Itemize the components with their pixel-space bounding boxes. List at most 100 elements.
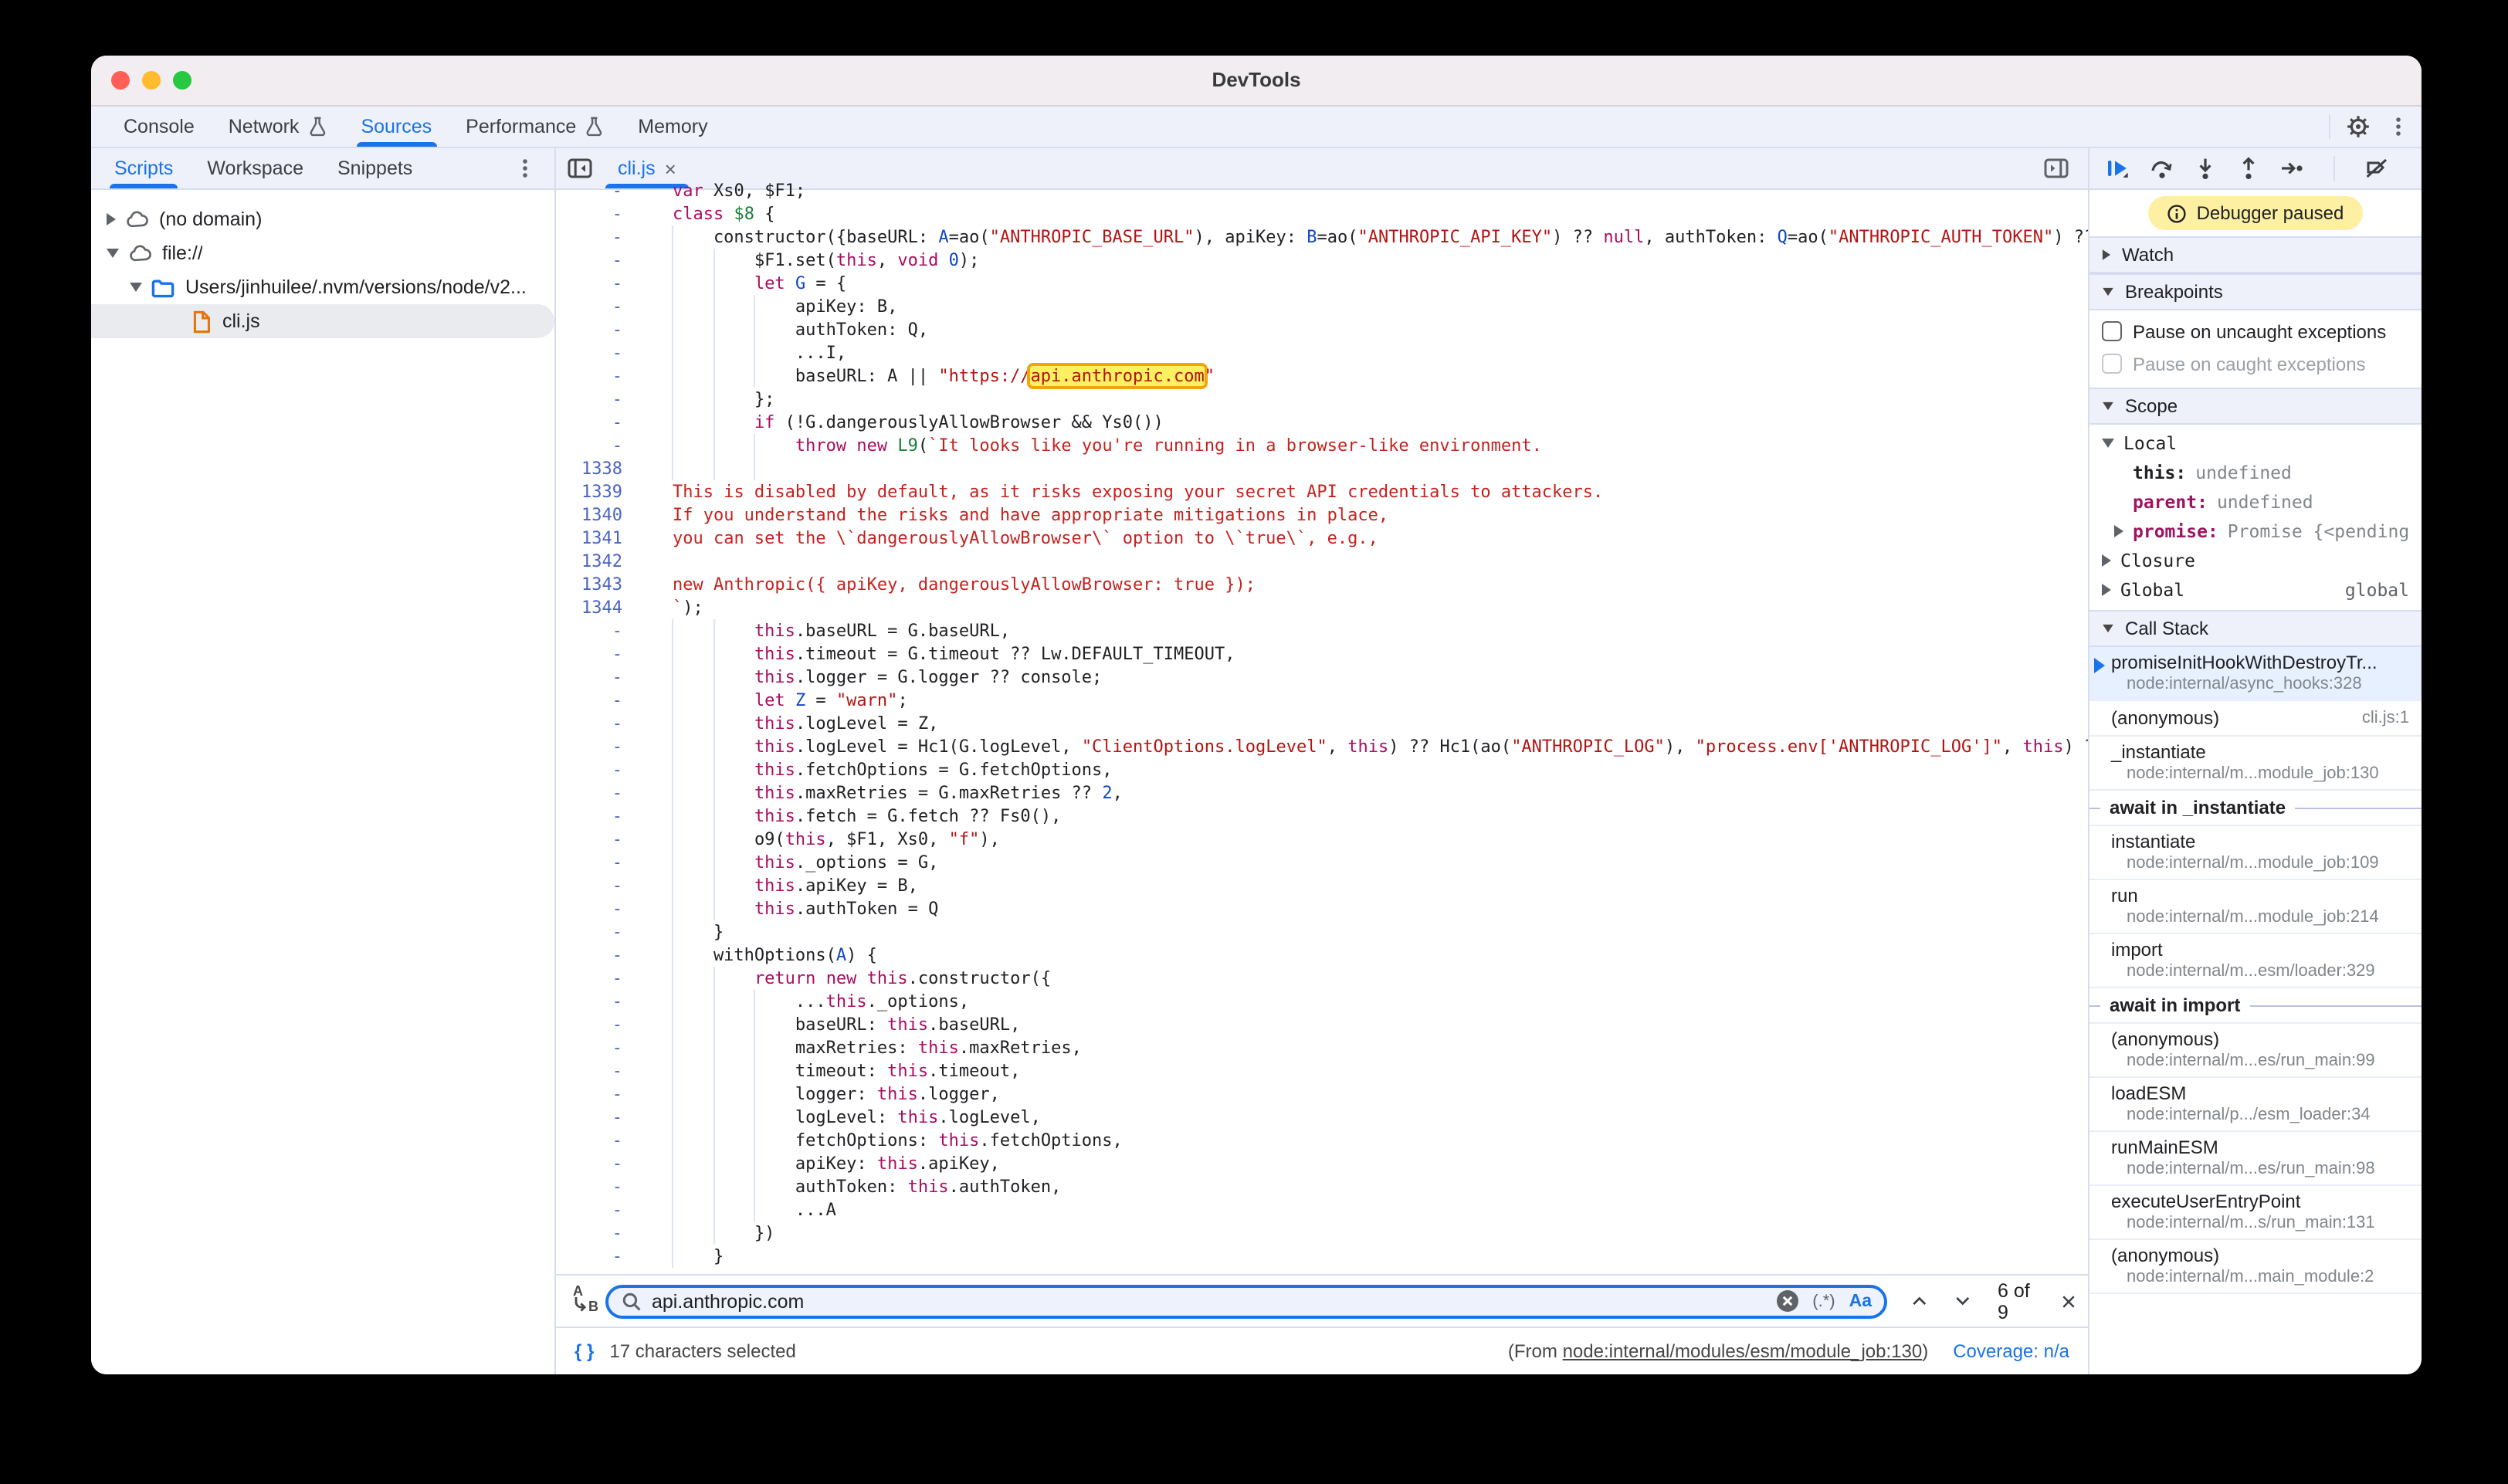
line-gutter[interactable]: - [556, 689, 622, 712]
line-gutter[interactable]: - [556, 1013, 622, 1036]
clear-search-icon[interactable] [1775, 1289, 1798, 1313]
match-case-toggle[interactable]: Aa [1849, 1292, 1872, 1310]
call-stack-frame[interactable]: loadESMnode:internal/p.../esm_loader:34 [2089, 1078, 2422, 1132]
line-gutter[interactable]: - [556, 249, 622, 272]
line-gutter[interactable]: - [556, 1198, 622, 1221]
scope-prop-promise[interactable]: promise:Promise {<pending>} [2089, 516, 2422, 545]
navigator-tab-scripts[interactable]: Scripts [97, 148, 190, 188]
search-input[interactable]: api.anthropic.com (.*) Aa [605, 1284, 1887, 1318]
tab-memory[interactable]: Memory [621, 107, 724, 147]
tree-item-cli-js[interactable]: cli.js [91, 304, 554, 338]
tree-item-file-[interactable]: file:// [91, 236, 554, 270]
navigator-tab-snippets[interactable]: Snippets [320, 148, 429, 188]
pretty-print-icon[interactable]: { } [574, 1340, 594, 1362]
navigator-kebab-menu-icon[interactable] [508, 151, 542, 185]
tab-sources[interactable]: Sources [344, 107, 449, 147]
tab-performance[interactable]: Performance [449, 107, 621, 147]
line-gutter[interactable]: - [556, 225, 622, 249]
scope-group-local[interactable]: Local [2089, 428, 2422, 457]
line-gutter[interactable]: - [556, 388, 622, 411]
scope-group-closure[interactable]: Closure [2089, 545, 2422, 574]
call-stack-frame[interactable]: (anonymous)node:internal/m...main_module… [2089, 1240, 2422, 1294]
source-mapping-link[interactable]: node:internal/modules/esm/module_job:130 [1563, 1340, 1923, 1362]
call-stack-frame[interactable]: instantiatenode:internal/m...module_job:… [2089, 826, 2422, 880]
step-over-icon[interactable] [2150, 156, 2174, 181]
line-gutter[interactable]: - [556, 1083, 622, 1106]
line-gutter[interactable]: - [556, 735, 622, 758]
line-gutter[interactable]: - [556, 758, 622, 781]
close-find-bar-icon[interactable] [2062, 1292, 2076, 1310]
line-gutter[interactable]: - [556, 1106, 622, 1129]
line-gutter[interactable]: - [556, 272, 622, 295]
line-gutter[interactable]: - [556, 712, 622, 735]
deactivate-breakpoints-icon[interactable] [2364, 156, 2389, 181]
line-gutter[interactable]: - [556, 874, 622, 897]
step-icon[interactable] [2279, 156, 2304, 181]
section-call-stack[interactable]: Call Stack [2089, 610, 2422, 647]
tab-network[interactable]: Network [212, 107, 344, 147]
scope-group-global[interactable]: Globalglobal [2089, 574, 2422, 604]
coverage-link[interactable]: Coverage: n/a [1953, 1340, 2069, 1362]
line-gutter[interactable]: - [556, 411, 622, 434]
code-area[interactable]: -var Xs0, $F1;-class $8 {-constructor({b… [556, 179, 2088, 1274]
line-gutter[interactable]: - [556, 434, 622, 457]
line-gutter[interactable]: - [556, 1059, 622, 1083]
line-gutter[interactable]: - [556, 295, 622, 318]
call-stack-frame[interactable]: importnode:internal/m...esm/loader:329 [2089, 934, 2422, 988]
line-gutter[interactable]: - [556, 805, 622, 828]
line-gutter[interactable]: - [556, 944, 622, 967]
section-scope[interactable]: Scope [2089, 388, 2422, 425]
line-gutter[interactable]: 1339 [556, 480, 622, 503]
line-gutter[interactable]: - [556, 897, 622, 920]
call-stack-frame[interactable]: (anonymous)cli.js:1 [2089, 701, 2422, 737]
line-gutter[interactable]: - [556, 1221, 622, 1245]
navigator-tab-workspace[interactable]: Workspace [190, 148, 320, 188]
close-tab-icon[interactable]: × [665, 157, 676, 180]
line-gutter[interactable]: 1338 [556, 457, 622, 480]
section-watch[interactable]: Watch [2089, 236, 2422, 273]
call-stack-frame[interactable]: executeUserEntryPointnode:internal/m...s… [2089, 1186, 2422, 1240]
line-gutter[interactable]: - [556, 666, 622, 689]
previous-match-icon[interactable] [1912, 1294, 1927, 1308]
line-gutter[interactable]: 1344 [556, 596, 622, 619]
line-gutter[interactable]: 1340 [556, 503, 622, 527]
scope-prop-this[interactable]: this:undefined [2089, 457, 2422, 486]
call-stack-frame[interactable]: promiseInitHookWithDestroyTr...node:inte… [2089, 647, 2422, 701]
scope-prop-parent[interactable]: parent:undefined [2089, 486, 2422, 516]
line-gutter[interactable]: - [556, 781, 622, 805]
line-gutter[interactable]: - [556, 1245, 622, 1268]
line-gutter[interactable]: - [556, 202, 622, 225]
line-gutter[interactable]: - [556, 828, 622, 851]
call-stack-frame[interactable]: runnode:internal/m...module_job:214 [2089, 880, 2422, 934]
settings-gear-icon[interactable] [2341, 110, 2375, 144]
line-gutter[interactable]: - [556, 179, 622, 202]
resume-script-icon[interactable] [2105, 156, 2131, 181]
tree-item--no-domain-[interactable]: (no domain) [91, 202, 554, 236]
line-gutter[interactable]: - [556, 990, 622, 1013]
tree-item-users-jinhuilee-nvm-versions-node-v2-[interactable]: Users/jinhuilee/.nvm/versions/node/v2... [91, 270, 554, 304]
next-match-icon[interactable] [1955, 1294, 1971, 1308]
line-gutter[interactable]: - [556, 1036, 622, 1059]
regex-toggle[interactable]: (.*) [1812, 1292, 1835, 1310]
step-into-icon[interactable] [2193, 156, 2218, 181]
breakpoint-option[interactable]: Pause on uncaught exceptions [2089, 315, 2422, 347]
call-stack-frame[interactable]: _instantiatenode:internal/m...module_job… [2089, 737, 2422, 791]
checkbox[interactable] [2102, 321, 2122, 341]
line-gutter[interactable]: - [556, 619, 622, 642]
line-gutter[interactable]: - [556, 920, 622, 944]
line-gutter[interactable]: - [556, 851, 622, 874]
line-gutter[interactable]: - [556, 1152, 622, 1175]
line-gutter[interactable]: - [556, 642, 622, 666]
line-gutter[interactable]: 1342 [556, 550, 622, 573]
line-gutter[interactable]: - [556, 318, 622, 341]
line-gutter[interactable]: - [556, 967, 622, 990]
call-stack-frame[interactable]: (anonymous)node:internal/m...es/run_main… [2089, 1024, 2422, 1078]
kebab-menu-icon[interactable] [2381, 110, 2415, 144]
section-breakpoints[interactable]: Breakpoints [2089, 273, 2422, 310]
replace-toggle-icon[interactable]: AB [568, 1284, 602, 1318]
step-out-icon[interactable] [2236, 156, 2261, 181]
line-gutter[interactable]: 1341 [556, 527, 622, 550]
line-gutter[interactable]: 1343 [556, 573, 622, 596]
tab-console[interactable]: Console [107, 107, 212, 147]
line-gutter[interactable]: - [556, 364, 622, 388]
